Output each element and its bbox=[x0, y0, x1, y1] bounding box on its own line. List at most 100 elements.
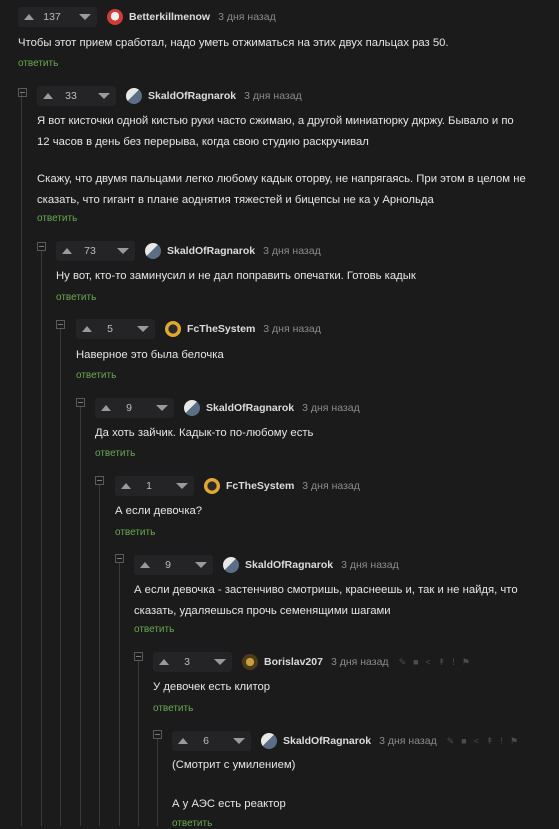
arrow-down-icon[interactable] bbox=[233, 738, 245, 744]
comment-header: 33 SkaldOfRagnarok 3 дня назад bbox=[37, 85, 302, 107]
avatar[interactable] bbox=[261, 733, 277, 749]
thread-line bbox=[60, 328, 61, 826]
thread-line bbox=[21, 92, 22, 826]
timestamp[interactable]: 3 дня назад bbox=[218, 11, 276, 23]
avatar[interactable] bbox=[126, 88, 142, 104]
save-icon[interactable]: ■ bbox=[413, 657, 418, 667]
comment-text: У девочек есть клитор bbox=[153, 681, 271, 693]
comment-header: 9 SkaldOfRagnarok 3 дня назад bbox=[95, 397, 360, 419]
thread-line bbox=[80, 406, 81, 826]
rating-widget: 3 bbox=[153, 652, 232, 672]
reply-link[interactable]: ответить bbox=[76, 370, 116, 381]
arrow-up-icon[interactable] bbox=[159, 659, 169, 665]
timestamp[interactable]: 3 дня назад bbox=[302, 402, 360, 414]
thread-line bbox=[119, 562, 120, 826]
comment-header: 9 SkaldOfRagnarok 3 дня назад bbox=[134, 554, 399, 576]
collapse-thread-icon[interactable] bbox=[37, 242, 46, 251]
arrow-down-icon[interactable] bbox=[156, 405, 168, 411]
avatar[interactable] bbox=[165, 321, 181, 337]
reply-link[interactable]: ответить bbox=[115, 527, 155, 538]
timestamp[interactable]: 3 дня назад bbox=[263, 323, 321, 335]
timestamp[interactable]: 3 дня назад bbox=[263, 245, 321, 257]
author-name[interactable]: SkaldOfRagnarok bbox=[167, 245, 255, 257]
author-name[interactable]: FcTheSystem bbox=[187, 323, 255, 335]
reply-link[interactable]: ответить bbox=[172, 818, 212, 829]
collapse-thread-icon[interactable] bbox=[115, 554, 124, 563]
comment-tools: ✎ ■ < ↟ ! ⚑ bbox=[399, 657, 470, 667]
pin-icon[interactable]: ↟ bbox=[438, 657, 446, 667]
share-icon[interactable]: < bbox=[426, 657, 431, 667]
author-name[interactable]: SkaldOfRagnarok bbox=[148, 90, 236, 102]
rating-count: 9 bbox=[165, 559, 171, 571]
reply-link[interactable]: ответить bbox=[18, 58, 58, 69]
collapse-thread-icon[interactable] bbox=[153, 730, 162, 739]
report-flag-icon[interactable]: ⚑ bbox=[462, 657, 470, 667]
comment-text: Да хоть зайчик. Кадык-то по-любому есть bbox=[95, 427, 314, 439]
author-name[interactable]: SkaldOfRagnarok bbox=[245, 559, 333, 571]
collapse-thread-icon[interactable] bbox=[95, 476, 104, 485]
comment-header: 3 Borislav207 3 дня назад ✎ ■ < ↟ ! ⚑ bbox=[153, 651, 470, 673]
comment-text: Ну вот, кто-то заминусил и не дал поправ… bbox=[56, 270, 416, 282]
author-name[interactable]: SkaldOfRagnarok bbox=[206, 402, 294, 414]
collapse-thread-icon[interactable] bbox=[18, 88, 27, 97]
pin-icon[interactable]: ↟ bbox=[486, 736, 494, 746]
timestamp[interactable]: 3 дня назад bbox=[244, 90, 302, 102]
reply-link[interactable]: ответить bbox=[153, 703, 193, 714]
author-name[interactable]: SkaldOfRagnarok bbox=[283, 735, 371, 747]
avatar[interactable] bbox=[204, 478, 220, 494]
avatar[interactable] bbox=[107, 9, 123, 25]
timestamp[interactable]: 3 дня назад bbox=[379, 735, 437, 747]
comment-header: 1 FcTheSystem 3 дня назад bbox=[115, 475, 360, 497]
rating-count: 3 bbox=[184, 656, 190, 668]
rating-count: 5 bbox=[107, 323, 113, 335]
comment-header: 6 SkaldOfRagnarok 3 дня назад ✎ ■ < ↟ ! … bbox=[172, 730, 518, 752]
timestamp[interactable]: 3 дня назад bbox=[341, 559, 399, 571]
pencil-icon[interactable]: ✎ bbox=[447, 736, 455, 746]
arrow-up-icon[interactable] bbox=[43, 93, 53, 99]
arrow-down-icon[interactable] bbox=[117, 248, 129, 254]
rating-count: 9 bbox=[126, 402, 132, 414]
avatar[interactable] bbox=[145, 243, 161, 259]
arrow-down-icon[interactable] bbox=[214, 659, 226, 665]
author-name[interactable]: Betterkillmenow bbox=[129, 11, 210, 23]
save-icon[interactable]: ■ bbox=[461, 736, 466, 746]
share-icon[interactable]: < bbox=[474, 736, 479, 746]
avatar[interactable] bbox=[242, 654, 258, 670]
comment-tools: ✎ ■ < ↟ ! ⚑ bbox=[447, 736, 518, 746]
timestamp[interactable]: 3 дня назад bbox=[302, 480, 360, 492]
arrow-down-icon[interactable] bbox=[195, 562, 207, 568]
rating-count: 6 bbox=[203, 735, 209, 747]
collapse-thread-icon[interactable] bbox=[56, 320, 65, 329]
arrow-up-icon[interactable] bbox=[62, 248, 72, 254]
comment-text: А если девочка? bbox=[115, 505, 203, 517]
reply-link[interactable]: ответить bbox=[134, 624, 174, 635]
author-name[interactable]: FcTheSystem bbox=[226, 480, 294, 492]
exclamation-icon[interactable]: ! bbox=[501, 736, 504, 746]
comment-header: 5 FcTheSystem 3 дня назад bbox=[76, 318, 321, 340]
author-name[interactable]: Borislav207 bbox=[264, 656, 323, 668]
avatar[interactable] bbox=[184, 400, 200, 416]
collapse-thread-icon[interactable] bbox=[76, 398, 85, 407]
pencil-icon[interactable]: ✎ bbox=[399, 657, 407, 667]
arrow-down-icon[interactable] bbox=[98, 93, 110, 99]
arrow-up-icon[interactable] bbox=[178, 738, 188, 744]
comment-text: Наверное это была белочка bbox=[76, 349, 224, 361]
arrow-up-icon[interactable] bbox=[82, 326, 92, 332]
thread-line bbox=[157, 738, 158, 826]
collapse-thread-icon[interactable] bbox=[134, 652, 143, 661]
comment-text: А если девочка - застенчиво смотришь, кр… bbox=[134, 584, 518, 617]
avatar[interactable] bbox=[223, 557, 239, 573]
reply-link[interactable]: ответить bbox=[56, 292, 96, 303]
arrow-up-icon[interactable] bbox=[121, 483, 131, 489]
arrow-down-icon[interactable] bbox=[79, 14, 91, 20]
arrow-up-icon[interactable] bbox=[140, 562, 150, 568]
arrow-down-icon[interactable] bbox=[176, 483, 188, 489]
reply-link[interactable]: ответить bbox=[95, 448, 135, 459]
arrow-up-icon[interactable] bbox=[101, 405, 111, 411]
timestamp[interactable]: 3 дня назад bbox=[331, 656, 389, 668]
arrow-down-icon[interactable] bbox=[137, 326, 149, 332]
arrow-up-icon[interactable] bbox=[24, 14, 34, 20]
reply-link[interactable]: ответить bbox=[37, 213, 77, 224]
report-flag-icon[interactable]: ⚑ bbox=[510, 736, 518, 746]
exclamation-icon[interactable]: ! bbox=[452, 657, 455, 667]
